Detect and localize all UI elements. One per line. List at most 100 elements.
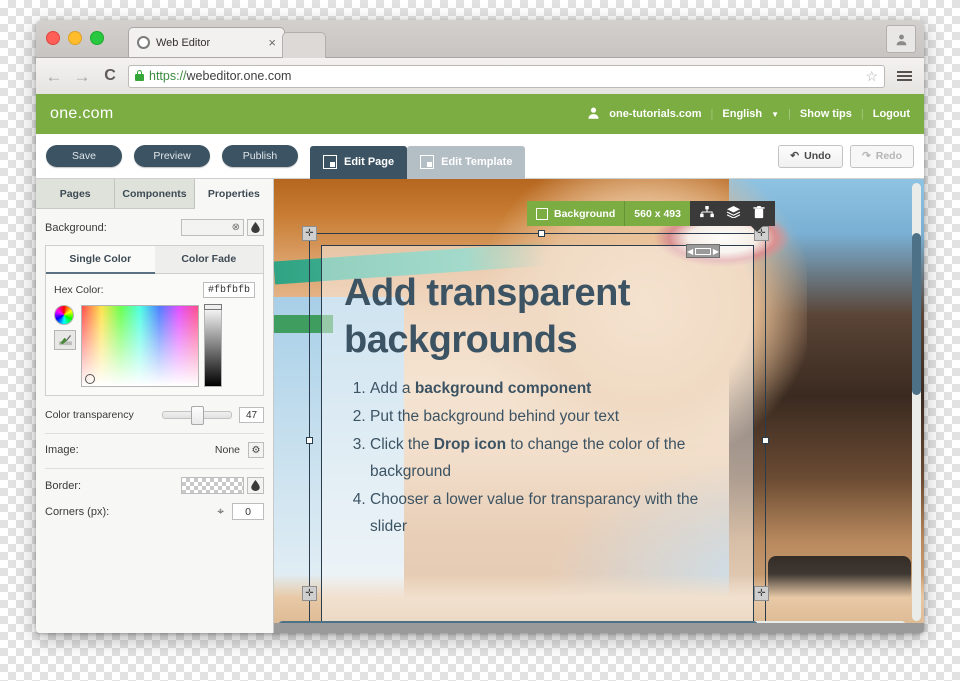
editor-toolbar: Save Preview Publish Edit Page Edit Temp… (36, 134, 924, 179)
save-button[interactable]: Save (46, 145, 122, 167)
publish-button[interactable]: Publish (222, 145, 298, 167)
border-row: Border: (45, 477, 264, 494)
color-picker-body: Hex Color: #fbfbfb (46, 274, 263, 395)
browser-tab-bar: Web Editor × (36, 20, 924, 58)
minimize-window-button[interactable] (68, 31, 82, 45)
brightness-slider[interactable] (204, 304, 222, 387)
slider-handle[interactable] (191, 406, 204, 425)
sidebar-tab-components[interactable]: Components (115, 179, 195, 208)
template-icon (420, 155, 435, 169)
url-host: webeditor.one.com (186, 69, 292, 83)
tab-edit-template[interactable]: Edit Template (407, 145, 526, 179)
sidebar-tab-properties[interactable]: Properties (194, 179, 273, 209)
move-handle-bottom-left[interactable]: ✛ (302, 586, 317, 601)
layers-icon[interactable] (726, 206, 741, 221)
delete-icon[interactable] (753, 205, 765, 222)
redo-button[interactable]: ↷ Redo (849, 144, 914, 168)
color-wheel-icon[interactable] (54, 305, 74, 325)
clear-icon[interactable]: ⊗ (232, 222, 240, 233)
background-color-swatch[interactable]: ⊗ (181, 219, 244, 236)
show-tips-link[interactable]: Show tips (800, 108, 852, 120)
undo-button[interactable]: ↶ Undo (778, 144, 843, 168)
color-transparency-row: Color transparency 47 (45, 406, 264, 425)
color-transparency-slider[interactable] (162, 406, 232, 425)
move-handle-top-left[interactable]: ✛ (302, 226, 317, 241)
background-controls: ⊗ (181, 219, 264, 236)
page-icon (323, 155, 337, 169)
tab-title: Web Editor (156, 36, 211, 49)
tab-color-fade[interactable]: Color Fade (155, 246, 264, 273)
maximize-window-button[interactable] (90, 31, 104, 45)
profile-avatar-button[interactable] (886, 25, 916, 53)
tab-edit-page[interactable]: Edit Page (310, 145, 408, 179)
undo-icon: ↶ (790, 150, 800, 162)
border-label: Border: (45, 479, 82, 492)
divider (45, 468, 264, 469)
user-icon (587, 106, 600, 123)
url-text: https://webeditor.one.com (149, 69, 291, 83)
corners-controls: ⌖ 0 (217, 503, 264, 520)
reload-icon[interactable]: C (100, 68, 120, 84)
close-window-button[interactable] (46, 31, 60, 45)
hex-color-label: Hex Color: (54, 284, 104, 296)
brightness-slider-handle[interactable] (204, 304, 222, 310)
resize-handle-n[interactable] (537, 230, 545, 237)
divider: | (710, 108, 714, 120)
corners-label: Corners (px): (45, 505, 110, 518)
address-bar[interactable]: https://webeditor.one.com ☆ (128, 64, 885, 88)
vertical-scrollbar-thumb[interactable] (912, 233, 921, 395)
hex-color-input[interactable]: #fbfbfb (203, 282, 255, 298)
border-color-swatch[interactable] (181, 477, 244, 494)
corner-radius-icon[interactable]: ⌖ (217, 504, 224, 519)
hex-color-row: Hex Color: #fbfbfb (54, 282, 255, 298)
person-icon (896, 34, 906, 45)
tab-single-color[interactable]: Single Color (46, 246, 155, 274)
redo-label: Redo (875, 150, 902, 162)
selection-actions (689, 201, 775, 232)
selection-size-chip: 560 x 493 (624, 201, 690, 226)
corner-radius-input[interactable]: 0 (232, 503, 264, 520)
selection-name-chip[interactable]: Background (527, 201, 625, 226)
resize-handle-w[interactable] (306, 436, 313, 444)
logout-link[interactable]: Logout (873, 108, 910, 120)
back-icon[interactable]: ← (44, 68, 64, 85)
preview-button[interactable]: Preview (134, 145, 210, 167)
background-component-icon (536, 207, 548, 220)
new-tab-button[interactable] (282, 32, 326, 58)
browser-tab-web-editor[interactable]: Web Editor × (128, 27, 285, 57)
sidebar-tab-pages[interactable]: Pages (36, 179, 116, 208)
browser-nav-bar: ← → C https://webeditor.one.com ☆ (36, 58, 924, 95)
tab-edit-page-label: Edit Page (344, 156, 395, 168)
bookmark-star-icon[interactable]: ☆ (865, 68, 878, 85)
account-name[interactable]: one-tutorials.com (609, 108, 701, 120)
web-editor-app: one.com one-tutorials.com | English ▼ | … (36, 94, 924, 633)
move-handle-bottom-right[interactable]: ✛ (754, 586, 769, 601)
page-canvas[interactable]: Add transparent backgrounds Add a backgr… (274, 179, 924, 633)
browser-window: Web Editor × ← → C https://webeditor.one… (36, 20, 924, 633)
border-controls (181, 477, 264, 494)
canvas-vertical-scrollbar[interactable] (912, 183, 921, 621)
eyedropper-icon[interactable] (54, 330, 76, 350)
window-controls[interactable] (46, 31, 104, 45)
color-gradient-area[interactable] (81, 305, 199, 387)
align-icon[interactable] (700, 206, 714, 221)
width-adjust-widget[interactable]: ◀ ▶ (686, 244, 720, 258)
gear-icon[interactable]: ⚙ (248, 442, 264, 458)
hamburger-menu-icon[interactable] (893, 71, 916, 81)
width-right-arrow-icon[interactable]: ▶ (713, 247, 719, 256)
app-header-actions: one-tutorials.com | English ▼ | Show tip… (587, 106, 910, 123)
width-left-arrow-icon[interactable]: ◀ (687, 247, 693, 256)
drop-icon[interactable] (247, 219, 264, 236)
tab-edit-template-label: Edit Template (441, 156, 513, 168)
chevron-down-icon[interactable]: ▼ (771, 110, 779, 119)
forward-icon[interactable]: → (72, 68, 92, 85)
url-scheme: https:// (149, 69, 187, 83)
drop-icon[interactable] (247, 477, 264, 494)
selection-name-label: Background (554, 207, 616, 220)
color-transparency-value[interactable]: 47 (239, 407, 264, 423)
one-com-logo[interactable]: one.com (50, 105, 113, 123)
resize-handle-e[interactable] (762, 436, 769, 444)
close-icon[interactable]: × (268, 36, 276, 49)
image-controls: None ⚙ (215, 442, 264, 458)
language-selector[interactable]: English (722, 108, 762, 120)
